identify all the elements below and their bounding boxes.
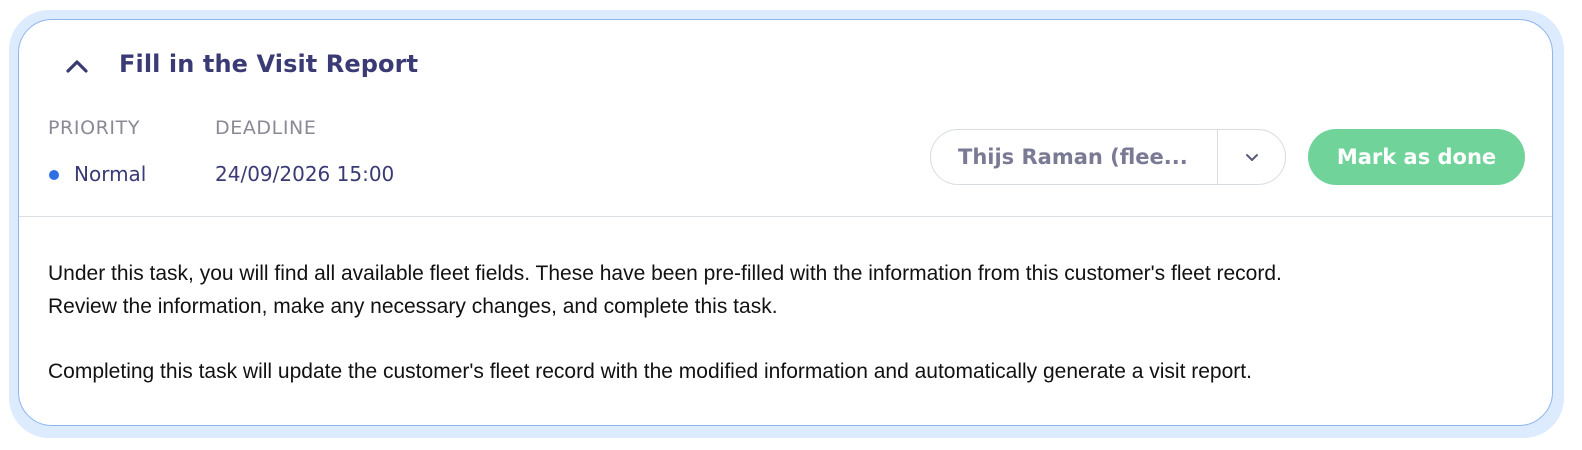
priority-value: Normal: [74, 162, 147, 186]
priority-label: PRIORITY: [48, 117, 141, 139]
task-description: Under this task, you will find all avail…: [48, 258, 1508, 389]
chevron-up-icon: [66, 60, 88, 73]
deadline-value: 24/09/2026 15:00: [215, 162, 395, 186]
chevron-down-icon: [1245, 154, 1258, 161]
assignee-select[interactable]: Thijs Raman (flee...: [930, 129, 1286, 185]
deadline-label: DEADLINE: [215, 117, 317, 139]
task-title: Fill in the Visit Report: [119, 50, 419, 78]
priority-dot: [49, 170, 59, 180]
description-paragraph-2: Completing this task will update the cus…: [48, 360, 1252, 383]
assignee-name[interactable]: Thijs Raman (flee...: [931, 130, 1218, 184]
assignee-dropdown-button[interactable]: [1218, 130, 1285, 184]
description-paragraph: Under this task, you will find all avail…: [48, 258, 1508, 323]
collapse-button[interactable]: [57, 46, 97, 86]
task-header: Fill in the Visit Report PRIORITY Normal…: [19, 20, 1552, 217]
description-line-1: Under this task, you will find all avail…: [48, 262, 1282, 285]
description-line-2: Review the information, make any necessa…: [48, 294, 778, 318]
mark-as-done-button[interactable]: Mark as done: [1308, 129, 1525, 185]
task-card: Fill in the Visit Report PRIORITY Normal…: [18, 19, 1553, 426]
